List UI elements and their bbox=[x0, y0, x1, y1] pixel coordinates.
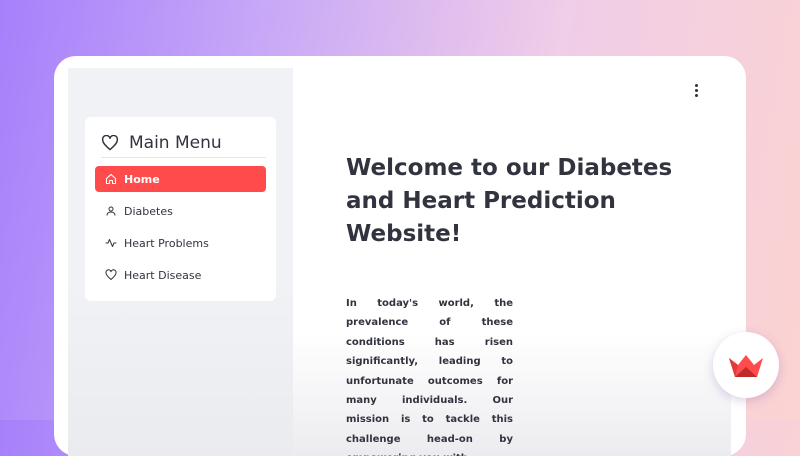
crown-logo-icon bbox=[727, 352, 765, 378]
menu-item-heart-problems[interactable]: Heart Problems bbox=[95, 230, 266, 256]
activity-icon bbox=[105, 237, 117, 249]
main-menu: Main Menu Home Diabetes Heart Problems H… bbox=[85, 117, 276, 301]
menu-header: Main Menu bbox=[101, 129, 266, 158]
menu-item-label: Diabetes bbox=[124, 204, 173, 218]
menu-item-label: Heart Disease bbox=[124, 268, 202, 282]
heart-icon bbox=[105, 269, 117, 281]
heart-icon bbox=[101, 135, 119, 151]
menu-item-home[interactable]: Home bbox=[95, 166, 266, 192]
menu-item-label: Heart Problems bbox=[124, 236, 209, 250]
app-frame: Main Menu Home Diabetes Heart Problems H… bbox=[54, 56, 746, 456]
menu-item-heart-disease[interactable]: Heart Disease bbox=[95, 262, 266, 288]
person-icon bbox=[105, 205, 117, 217]
page-title: Welcome to our Diabetes and Heart Predic… bbox=[346, 155, 673, 247]
menu-title: Main Menu bbox=[129, 133, 222, 153]
menu-item-label: Home bbox=[124, 172, 160, 186]
menu-item-diabetes[interactable]: Diabetes bbox=[95, 198, 266, 224]
kebab-menu-icon[interactable] bbox=[691, 82, 701, 98]
main-content: Welcome to our Diabetes and Heart Predic… bbox=[293, 68, 731, 456]
menu-items: Home Diabetes Heart Problems Heart Disea… bbox=[95, 166, 266, 294]
sidebar: Main Menu Home Diabetes Heart Problems H… bbox=[68, 68, 293, 456]
app-badge[interactable] bbox=[713, 332, 779, 398]
app-screen: Main Menu Home Diabetes Heart Problems H… bbox=[68, 68, 731, 456]
mission-text: In today's world, the prevalence of thes… bbox=[346, 298, 513, 456]
house-icon bbox=[105, 173, 117, 185]
